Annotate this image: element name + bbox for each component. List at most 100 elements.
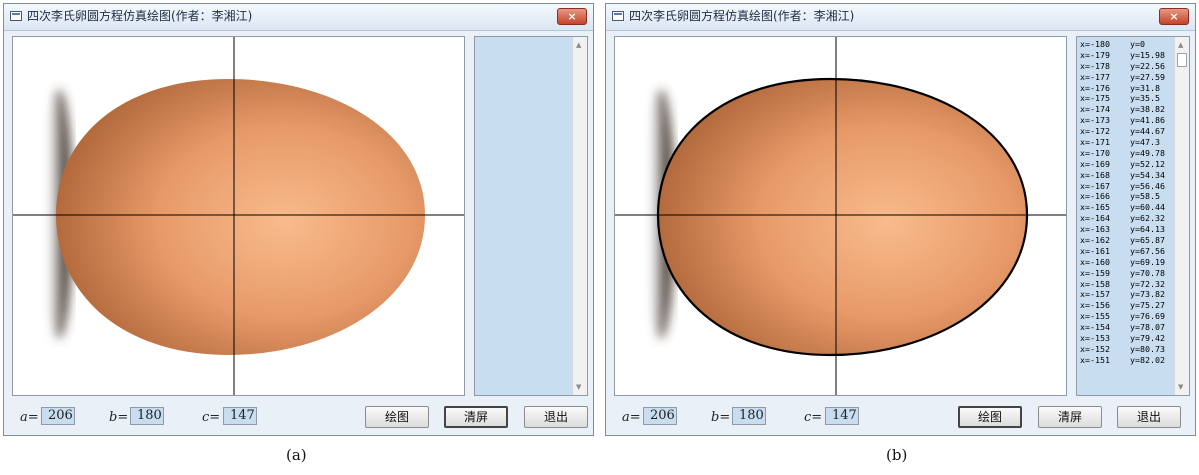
- y-value: y=73.82: [1130, 289, 1165, 300]
- y-value: y=22.56: [1130, 60, 1165, 71]
- param-a-label: a=: [20, 410, 39, 425]
- list-item[interactable]: x=-165 y=60.44: [1080, 202, 1173, 213]
- list-item[interactable]: x=-161 y=67.56: [1080, 246, 1173, 257]
- list-item[interactable]: x=-166 y=58.5: [1080, 191, 1173, 202]
- list-item[interactable]: x=-180 y=0: [1080, 39, 1173, 50]
- list-rows: x=-180 y=0 x=-179 y=15.98 x=-178 y=22.56 x=-17…: [1080, 39, 1173, 366]
- draw-button[interactable]: 绘图: [365, 406, 429, 428]
- list-item[interactable]: x=-179 y=15.98: [1080, 50, 1173, 61]
- title-bar[interactable]: 四次李氏卵圆方程仿真绘图(作者：李湘江) ×: [4, 4, 593, 31]
- y-value: y=54.34: [1130, 169, 1165, 180]
- drawing-canvas[interactable]: [614, 36, 1067, 396]
- list-item[interactable]: x=-172 y=44.67: [1080, 126, 1173, 137]
- scroll-up-arrow-icon[interactable]: ▲: [1178, 41, 1183, 49]
- list-item[interactable]: x=-169 y=52.12: [1080, 159, 1173, 170]
- drawing-canvas[interactable]: [12, 36, 465, 396]
- param-c-label: c=: [804, 410, 823, 425]
- list-item[interactable]: x=-154 y=78.07: [1080, 322, 1173, 333]
- y-value: y=52.12: [1130, 158, 1165, 169]
- exit-button[interactable]: 退出: [524, 406, 588, 428]
- x-value: x=-168: [1080, 169, 1110, 180]
- egg-image: [56, 79, 425, 355]
- list-item[interactable]: x=-170 y=49.78: [1080, 148, 1173, 159]
- window-title: 四次李氏卵圆方程仿真绘图(作者：李湘江): [27, 9, 253, 23]
- list-item[interactable]: x=-177 y=27.59: [1080, 72, 1173, 83]
- param-a-field[interactable]: 206: [41, 407, 75, 425]
- param-b-field[interactable]: 180: [732, 407, 766, 425]
- scroll-down-arrow-icon[interactable]: ▼: [576, 383, 581, 391]
- y-value: y=65.87: [1130, 235, 1165, 246]
- param-a-label: a=: [622, 410, 641, 425]
- param-b-label: b=: [711, 410, 731, 425]
- x-value: x=-174: [1080, 104, 1110, 115]
- exit-button[interactable]: 退出: [1117, 406, 1181, 428]
- x-value: x=-158: [1080, 278, 1110, 289]
- list-item[interactable]: x=-160 y=69.19: [1080, 257, 1173, 268]
- param-c-label: c=: [202, 410, 221, 425]
- param-c-field[interactable]: 147: [223, 407, 257, 425]
- clear-button[interactable]: 清屏: [444, 406, 508, 428]
- y-value: y=78.07: [1130, 322, 1165, 333]
- list-item[interactable]: x=-175 y=35.5: [1080, 93, 1173, 104]
- list-item[interactable]: x=-156 y=75.27: [1080, 300, 1173, 311]
- y-value: y=76.69: [1130, 311, 1165, 322]
- y-value: y=62.32: [1130, 213, 1165, 224]
- x-value: x=-162: [1080, 235, 1110, 246]
- y-value: y=56.46: [1130, 180, 1165, 191]
- list-item[interactable]: x=-174 y=38.82: [1080, 104, 1173, 115]
- param-b-field[interactable]: 180: [130, 407, 164, 425]
- draw-button[interactable]: 绘图: [958, 406, 1022, 428]
- list-item[interactable]: x=-176 y=31.8: [1080, 83, 1173, 94]
- list-item[interactable]: x=-178 y=22.56: [1080, 61, 1173, 72]
- clear-button[interactable]: 清屏: [1038, 406, 1102, 428]
- param-c-field[interactable]: 147: [825, 407, 859, 425]
- x-value: x=-157: [1080, 289, 1110, 300]
- y-value: y=70.78: [1130, 267, 1165, 278]
- y-value: y=47.3: [1130, 137, 1160, 148]
- app-icon: [10, 11, 22, 21]
- x-value: x=-172: [1080, 126, 1110, 137]
- y-value: y=44.67: [1130, 126, 1165, 137]
- list-item[interactable]: x=-168 y=54.34: [1080, 170, 1173, 181]
- x-value: x=-179: [1080, 49, 1110, 60]
- y-value: y=15.98: [1130, 49, 1165, 60]
- close-button[interactable]: ×: [1159, 8, 1189, 25]
- title-bar[interactable]: 四次李氏卵圆方程仿真绘图(作者：李湘江) ×: [606, 4, 1195, 31]
- list-item[interactable]: x=-173 y=41.86: [1080, 115, 1173, 126]
- list-item[interactable]: x=-167 y=56.46: [1080, 181, 1173, 192]
- scroll-thumb[interactable]: [1177, 53, 1187, 67]
- y-value: y=75.27: [1130, 300, 1165, 311]
- close-button[interactable]: ×: [557, 8, 587, 25]
- scroll-up-arrow-icon[interactable]: ▲: [576, 41, 581, 49]
- list-scrollbar[interactable]: ▲ ▼: [1174, 37, 1189, 395]
- list-item[interactable]: x=-153 y=79.42: [1080, 333, 1173, 344]
- list-item[interactable]: x=-162 y=65.87: [1080, 235, 1173, 246]
- list-item[interactable]: x=-155 y=76.69: [1080, 311, 1173, 322]
- list-item[interactable]: x=-152 y=80.73: [1080, 344, 1173, 355]
- app-icon: [612, 11, 624, 21]
- list-item[interactable]: x=-158 y=72.32: [1080, 279, 1173, 290]
- list-scrollbar[interactable]: ▲ ▼: [572, 37, 587, 395]
- scroll-down-arrow-icon[interactable]: ▼: [1178, 383, 1183, 391]
- x-value: x=-153: [1080, 333, 1110, 344]
- x-value: x=-169: [1080, 158, 1110, 169]
- y-value: y=35.5: [1130, 93, 1160, 104]
- y-value: y=60.44: [1130, 202, 1165, 213]
- y-value: y=67.56: [1130, 245, 1165, 256]
- list-item[interactable]: x=-163 y=64.13: [1080, 224, 1173, 235]
- y-value: y=82.02: [1130, 354, 1165, 365]
- list-item[interactable]: x=-171 y=47.3: [1080, 137, 1173, 148]
- caption-b: (b): [886, 446, 908, 464]
- list-item[interactable]: x=-157 y=73.82: [1080, 289, 1173, 300]
- list-item[interactable]: x=-159 y=70.78: [1080, 268, 1173, 279]
- coordinate-list[interactable]: x=-180 y=0 x=-179 y=15.98 x=-178 y=22.56 x=-17…: [1076, 36, 1190, 396]
- y-value: y=27.59: [1130, 71, 1165, 82]
- list-item[interactable]: x=-151 y=82.02: [1080, 355, 1173, 366]
- y-value: y=49.78: [1130, 147, 1165, 158]
- x-value: x=-173: [1080, 115, 1110, 126]
- param-a-field[interactable]: 206: [643, 407, 677, 425]
- list-item[interactable]: x=-164 y=62.32: [1080, 213, 1173, 224]
- coordinate-list[interactable]: ▲ ▼: [474, 36, 588, 396]
- x-value: x=-180: [1080, 39, 1110, 49]
- x-value: x=-154: [1080, 322, 1110, 333]
